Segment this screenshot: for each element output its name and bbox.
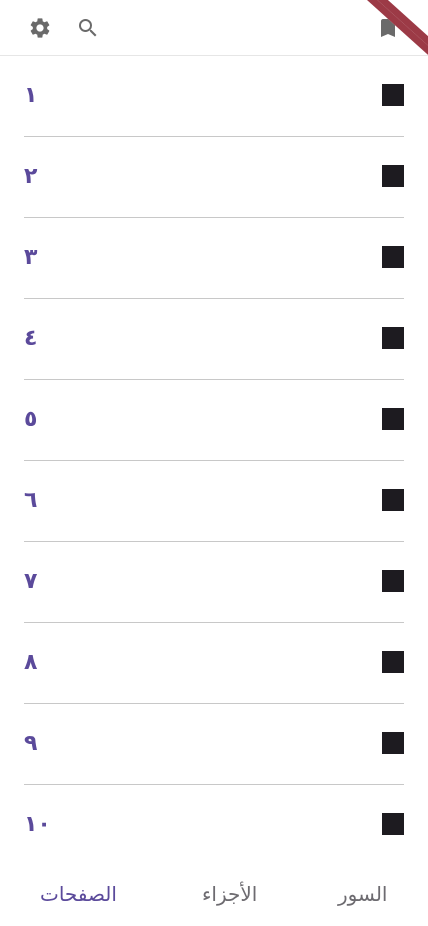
page-number: ٥ bbox=[24, 407, 38, 432]
list-item[interactable]: ٤ bbox=[24, 299, 404, 380]
page-marker bbox=[382, 408, 404, 430]
gear-icon bbox=[30, 18, 50, 38]
page-number: ١ bbox=[24, 83, 38, 108]
list-item[interactable]: ٣ bbox=[24, 218, 404, 299]
list-item[interactable]: ٧ bbox=[24, 542, 404, 623]
list-item[interactable]: ٦ bbox=[24, 461, 404, 542]
bottom-navigation: الصفحات الأجزاء السور bbox=[0, 862, 428, 926]
page-number: ٩ bbox=[24, 731, 38, 756]
tab-juz[interactable]: الأجزاء bbox=[202, 880, 257, 908]
pages-list: ١ ٢ ٣ ٤ ٥ ٦ ٧ ٨ ٩ ١٠ bbox=[0, 56, 428, 866]
search-icon bbox=[79, 19, 97, 37]
page-number: ٦ bbox=[24, 488, 38, 513]
settings-button[interactable] bbox=[28, 16, 52, 40]
page-number: ٢ bbox=[24, 164, 38, 189]
tab-pages[interactable]: الصفحات bbox=[40, 880, 117, 908]
page-marker bbox=[382, 246, 404, 268]
list-item[interactable]: ١٠ bbox=[24, 785, 404, 866]
page-marker bbox=[382, 732, 404, 754]
page-marker bbox=[382, 327, 404, 349]
list-item[interactable]: ١ bbox=[24, 56, 404, 137]
page-number: ٧ bbox=[24, 569, 38, 594]
list-item[interactable]: ٥ bbox=[24, 380, 404, 461]
page-marker bbox=[382, 651, 404, 673]
list-item[interactable]: ٩ bbox=[24, 704, 404, 785]
page-marker bbox=[382, 84, 404, 106]
top-app-bar bbox=[0, 0, 428, 59]
page-marker bbox=[382, 165, 404, 187]
list-item[interactable]: ٢ bbox=[24, 137, 404, 218]
list-item[interactable]: ٨ bbox=[24, 623, 404, 704]
page-number: ٤ bbox=[24, 326, 38, 351]
app-screen: ١ ٢ ٣ ٤ ٥ ٦ ٧ ٨ ٩ ١٠ الصفحات الأجزاء الس… bbox=[0, 0, 428, 926]
page-number: ٨ bbox=[24, 650, 38, 675]
tab-surah[interactable]: السور bbox=[338, 880, 387, 908]
search-button[interactable] bbox=[76, 16, 100, 40]
bookmark-icon bbox=[381, 19, 395, 37]
page-number: ١٠ bbox=[24, 812, 51, 837]
page-marker bbox=[382, 570, 404, 592]
page-marker bbox=[382, 489, 404, 511]
bookmark-button[interactable] bbox=[376, 16, 400, 40]
page-marker bbox=[382, 813, 404, 835]
page-number: ٣ bbox=[24, 245, 38, 270]
